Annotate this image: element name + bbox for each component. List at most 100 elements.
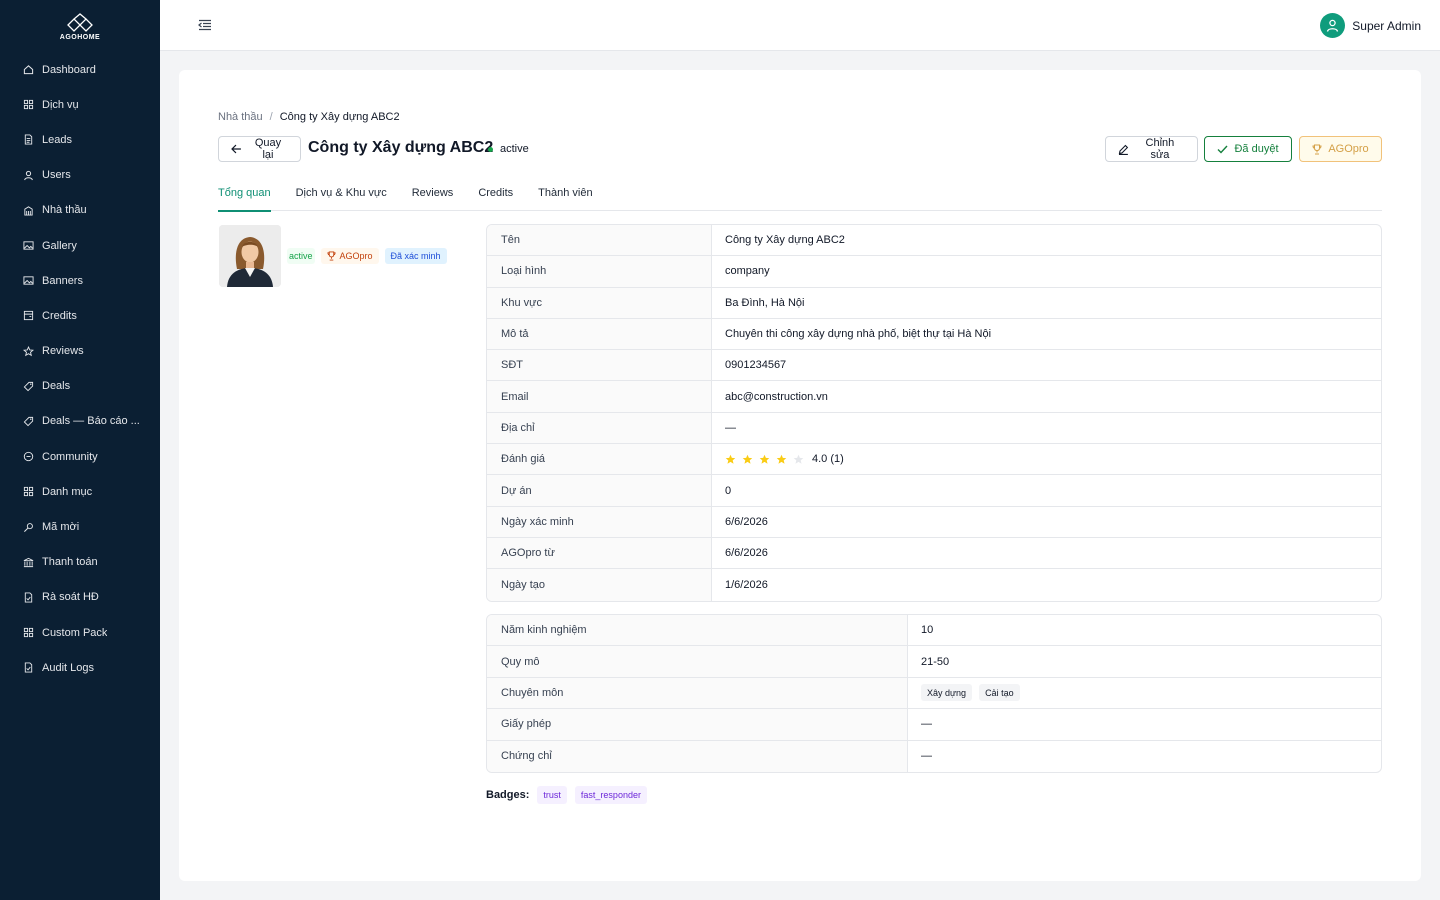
sidebar-item-audit-logs[interactable]: Audit Logs: [0, 650, 160, 685]
tab-reviews[interactable]: Reviews: [412, 182, 454, 211]
back-button[interactable]: Quay lại: [218, 136, 301, 162]
detail-value-cell: 1/6/2026: [712, 569, 768, 600]
star-icon: [742, 454, 753, 464]
sidebar-item-nha-thau[interactable]: Nhà thầu: [0, 193, 160, 228]
detail-value-cell: —: [712, 413, 736, 443]
edit-button[interactable]: Chỉnh sửa: [1105, 136, 1198, 162]
table-row: Quy mô 21-50: [487, 646, 1381, 678]
table-row: Địa chỉ —: [487, 412, 1381, 445]
sidebar-item-label: Community: [42, 450, 98, 463]
sidebar-item-label: Users: [42, 169, 71, 182]
table-row: SĐT 0901234567: [487, 350, 1381, 382]
contractor-detail-card: Nhà thầu / Công ty Xây dựng ABC2 Quay lạ…: [179, 70, 1421, 881]
tab-credits[interactable]: Credits: [478, 182, 513, 211]
detail-value: 10: [921, 624, 934, 637]
table-row: Năm kinh nghiệm 10: [487, 615, 1381, 647]
sidebar-item-users[interactable]: Users: [0, 158, 160, 193]
sidebar-item-reviews[interactable]: Reviews: [0, 334, 160, 369]
detail-key: Dự án: [487, 475, 712, 506]
table-row: Dự án 0: [487, 475, 1381, 507]
breadcrumb-separator: /: [269, 111, 273, 123]
sidebar-item-banners[interactable]: Banners: [0, 263, 160, 298]
edit-button-label: Chỉnh sửa: [1145, 137, 1175, 161]
verified-tag: Đã xác minh: [384, 248, 447, 264]
grid-icon: [22, 486, 34, 498]
detail-value: abc@construction.vn: [725, 390, 828, 403]
badge-tag: fast_responder: [574, 786, 647, 804]
sidebar-item-label: Banners: [42, 274, 83, 287]
specialty-chip: Cải tạo: [979, 684, 1020, 702]
sidebar-item-label: Rà soát HĐ: [42, 591, 99, 604]
sidebar-item-label: Dịch vụ: [42, 98, 79, 111]
detail-value-cell: 10: [908, 615, 933, 645]
detail-value-cell: 21-50: [908, 646, 949, 676]
detail-value-cell: Chuyên thi công xây dựng nhà phố, biệt t…: [712, 319, 991, 349]
detail-value: 1/6/2026: [725, 578, 768, 591]
home-icon: [22, 64, 34, 76]
sidebar-item-dashboard[interactable]: Dashboard: [0, 52, 160, 87]
page-header: Quay lại Công ty Xây dựng ABC2 active Ch…: [218, 136, 1382, 162]
detail-value: 0901234567: [725, 359, 787, 372]
tab-tong-quan[interactable]: Tổng quan: [218, 182, 271, 212]
approved-button[interactable]: Đã duyệt: [1204, 136, 1292, 162]
status-badge: active: [488, 143, 529, 155]
detail-value-cell: Ba Đình, Hà Nội: [712, 288, 804, 318]
sidebar-item-leads[interactable]: Leads: [0, 122, 160, 157]
table-row: Ngày xác minh 6/6/2026: [487, 506, 1381, 538]
pencil-icon: [1118, 144, 1129, 155]
detail-key: Email: [487, 381, 712, 412]
sidebar-item-custom-pack[interactable]: Custom Pack: [0, 615, 160, 650]
detail-value: —: [921, 750, 932, 763]
star-icon: [22, 345, 34, 357]
brand-logo-text: AGOHOME: [59, 34, 101, 41]
detail-value: Ba Đình, Hà Nội: [725, 296, 805, 309]
detail-key: Chứng chỉ: [487, 740, 908, 772]
sidebar-item-community[interactable]: Community: [0, 439, 160, 474]
badge-tag: trust: [537, 786, 567, 804]
avatar: [1320, 13, 1346, 38]
sidebar-item-ra-soat-hd[interactable]: Rà soát HĐ: [0, 580, 160, 615]
brand-logo[interactable]: AGOHOME: [0, 0, 160, 52]
tab-bar: Tổng quan Dịch vụ & Khu vực Reviews Credits…: [218, 182, 1382, 212]
sidebar-item-deals-bao-cao[interactable]: Deals — Báo cáo ...: [0, 404, 160, 439]
tab-thanh-vien[interactable]: Thành viên: [538, 182, 592, 211]
specialty-chip: Xây dựng: [921, 684, 973, 702]
detail-value-cell: —: [908, 741, 932, 772]
extra-details-table: Năm kinh nghiệm 10 Quy mô 21-50 Chuyên môn Xâ…: [486, 614, 1382, 773]
grid-icon: [22, 627, 34, 639]
grid-icon: [22, 99, 34, 111]
breadcrumb-parent-link[interactable]: Nhà thầu: [218, 111, 263, 123]
sidebar-item-ma-moi[interactable]: Mã mời: [0, 509, 160, 544]
sidebar-item-deals[interactable]: Deals: [0, 369, 160, 404]
star-icon: [725, 454, 736, 464]
check-icon: [1217, 145, 1228, 154]
badges-label: Badges:: [486, 789, 530, 801]
sidebar-item-credits[interactable]: Credits: [0, 298, 160, 333]
detail-value: Chuyên thi công xây dựng nhà phố, biệt t…: [725, 328, 992, 341]
sidebar-item-danh-muc[interactable]: Danh mục: [0, 474, 160, 509]
sidebar-item-label: Leads: [42, 133, 72, 146]
file-check-icon: [22, 591, 34, 603]
status-dot-icon: [488, 146, 493, 152]
detail-key: Quy mô: [487, 646, 908, 677]
topbar: Super Admin: [160, 0, 1440, 51]
table-row: Đánh giá 4.0 (1): [487, 444, 1381, 476]
sidebar-item-label: Nhà thầu: [42, 204, 87, 217]
wallet-icon: [22, 310, 34, 322]
user-menu[interactable]: Super Admin: [1320, 13, 1421, 38]
agopro-button[interactable]: AGOpro: [1299, 136, 1382, 162]
sidebar-item-dich-vu[interactable]: Dịch vụ: [0, 87, 160, 122]
star-icon: [776, 454, 787, 464]
menu-toggle-button[interactable]: [196, 17, 214, 33]
detail-key: Đánh giá: [487, 444, 712, 475]
tab-dich-vu-khu-vuc[interactable]: Dịch vụ & Khu vực: [296, 182, 387, 211]
sidebar-item-thanh-toan[interactable]: Thanh toán: [0, 545, 160, 580]
user-icon: [22, 169, 34, 181]
detail-key: Tên: [487, 225, 712, 256]
detail-key: Mô tả: [487, 318, 712, 350]
table-row: AGOpro từ 6/6/2026: [487, 537, 1381, 570]
sidebar-item-label: Dashboard: [42, 63, 96, 76]
sidebar-item-gallery[interactable]: Gallery: [0, 228, 160, 263]
detail-value-cell: 0901234567: [712, 350, 786, 380]
portrait-image-icon: [219, 225, 281, 287]
